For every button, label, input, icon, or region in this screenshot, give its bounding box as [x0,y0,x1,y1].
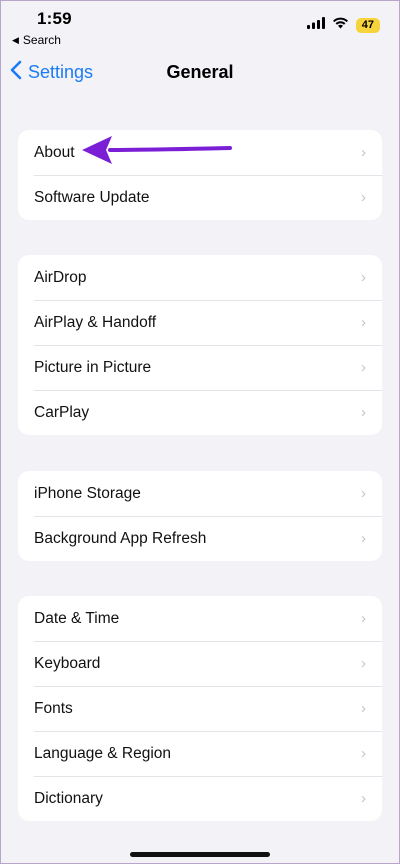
row-iphone-storage[interactable]: iPhone Storage › [18,471,382,516]
purple-arrow-icon [78,130,233,175]
row-fonts[interactable]: Fonts › [18,686,382,731]
row-language-region[interactable]: Language & Region › [18,731,382,776]
chevron-right-icon: › [361,404,366,421]
row-dictionary[interactable]: Dictionary › [18,776,382,821]
row-airdrop[interactable]: AirDrop › [18,255,382,300]
row-label: Picture in Picture [34,358,152,376]
chevron-right-icon: › [361,745,366,762]
row-carplay[interactable]: CarPlay › [18,390,382,435]
row-airplay-handoff[interactable]: AirPlay & Handoff › [18,300,382,345]
status-back-label: Search [22,33,61,47]
row-label: Keyboard [34,654,101,672]
chevron-right-icon: › [361,530,366,547]
row-background-app-refresh[interactable]: Background App Refresh › [18,516,382,561]
page-title: General [166,62,234,82]
row-software-update[interactable]: Software Update › [18,175,382,220]
chevron-right-icon: › [361,144,366,161]
chevron-right-icon: › [361,700,366,717]
chevron-right-icon: › [361,485,366,502]
row-label: Background App Refresh [34,529,207,547]
settings-group-2: AirDrop › AirPlay & Handoff › Picture in… [18,255,382,435]
status-time: 1:59 [37,9,72,28]
home-indicator[interactable] [130,852,270,857]
row-picture-in-picture[interactable]: Picture in Picture › [18,345,382,390]
chevron-right-icon: › [361,790,366,807]
row-label: iPhone Storage [34,484,141,502]
row-label: Date & Time [34,609,120,627]
row-label: AirDrop [34,268,87,286]
settings-group-3: iPhone Storage › Background App Refresh … [18,471,382,561]
chevron-right-icon: › [361,359,366,376]
battery-icon: 47 [355,17,380,33]
chevron-right-icon: › [361,269,366,286]
row-label: CarPlay [34,403,90,421]
row-label: Fonts [34,699,73,717]
row-label: About [34,143,75,161]
wifi-icon [332,16,349,34]
settings-group-4: Date & Time › Keyboard › Fonts › Languag… [18,596,382,821]
row-label: Dictionary [34,789,103,807]
back-triangle-icon: ◀ [12,34,19,45]
row-label: Language & Region [34,744,172,762]
signal-icon [306,16,325,34]
row-keyboard[interactable]: Keyboard › [18,641,382,686]
row-label: Software Update [34,188,150,206]
row-date-time[interactable]: Date & Time › [18,596,382,641]
chevron-right-icon: › [361,655,366,672]
status-icons: 47 [306,16,380,34]
status-back-to-app[interactable]: ◀ Search [12,33,61,47]
row-label: AirPlay & Handoff [34,313,157,331]
chevron-right-icon: › [361,189,366,206]
chevron-right-icon: › [361,610,366,627]
chevron-right-icon: › [361,314,366,331]
